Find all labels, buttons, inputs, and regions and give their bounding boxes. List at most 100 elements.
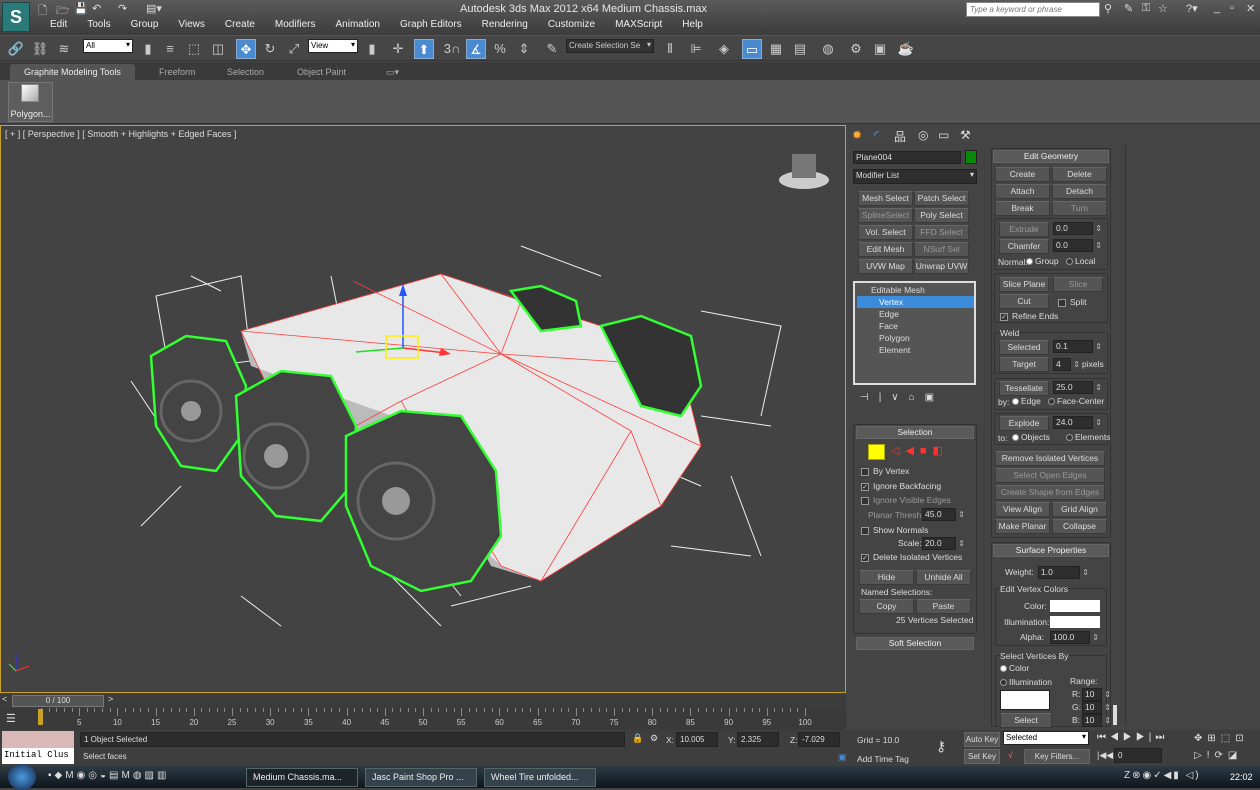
weld-target-button[interactable]: Target — [999, 357, 1049, 372]
selection-filter-dropdown[interactable]: All — [83, 39, 133, 53]
bind-space-warp-icon[interactable]: ≋ — [54, 39, 74, 59]
keyboard-shortcut-override-icon[interactable]: ⬆ — [414, 39, 434, 59]
modifier-button-nsurf-sel[interactable]: NSurf Sel — [914, 242, 969, 257]
reference-coordinate-dropdown[interactable]: View — [308, 39, 358, 53]
ignore-visible-edges-checkbox[interactable] — [861, 496, 869, 505]
object-color-swatch[interactable] — [965, 150, 977, 164]
modifier-button-ffd-select[interactable]: FFD Select — [914, 225, 969, 240]
set-key-button[interactable]: Set Key — [964, 749, 1000, 764]
weight-input[interactable]: 1.0 — [1038, 566, 1089, 579]
menu-rendering[interactable]: Rendering — [472, 19, 538, 30]
taskbar-task[interactable]: Medium Chassis.ma... — [246, 768, 358, 787]
maxscript-mini-listener[interactable] — [2, 731, 74, 748]
modify-tab-icon[interactable]: ◜ — [874, 128, 879, 142]
refine-ends-checkbox[interactable]: ✓ — [1000, 312, 1008, 321]
binoculars-icon[interactable]: ⚲ — [1104, 2, 1112, 15]
alpha-input[interactable]: 100.0 — [1050, 631, 1099, 644]
rotate-icon[interactable]: ↻ — [260, 39, 280, 59]
curve-editor-icon[interactable]: ▦ — [766, 39, 786, 59]
percent-snap-icon[interactable]: % — [490, 39, 510, 59]
by-vertex[interactable]: By Vertex — [861, 466, 909, 476]
viewport-navigation-controls-2[interactable]: ▷!⟳◪ — [1194, 750, 1242, 761]
normal-group[interactable]: Group — [1024, 256, 1059, 266]
track-bar[interactable]: ☰ 5 10 15 20 25 30 35 40 45 50 55 60 65 70 75 80 85 90 95 1… — [0, 708, 846, 730]
menu-animation[interactable]: Animation — [325, 19, 389, 30]
modifier-list-dropdown[interactable]: Modifier List — [853, 169, 977, 184]
unlink-icon[interactable]: ⛓ — [30, 39, 50, 59]
explode-button[interactable]: Explode — [999, 416, 1049, 431]
view-align-button[interactable]: View Align — [995, 502, 1050, 517]
select-open-edges-button[interactable]: Select Open Edges — [995, 468, 1105, 483]
selection-rollout-header[interactable]: Selection — [856, 426, 974, 439]
remove-isolated-vertices-button[interactable]: Remove Isolated Vertices — [995, 451, 1105, 466]
stack-item-face[interactable]: Face — [857, 320, 974, 332]
normal-group-radio[interactable] — [1026, 258, 1033, 266]
key-mode-dropdown[interactable]: Selected — [1003, 731, 1089, 745]
menu-views[interactable]: Views — [168, 19, 215, 30]
link-icon[interactable]: 🔗 — [6, 39, 26, 59]
graphite-toggle-icon[interactable]: ▭ — [742, 39, 762, 59]
menu-create[interactable]: Create — [215, 19, 265, 30]
vertex-level-icon[interactable] — [868, 444, 885, 460]
range-g-input[interactable]: 10 — [1082, 701, 1111, 714]
quick-launch-icons[interactable]: ▪◆M◉◎◒▤M◍▨▥ — [48, 770, 169, 781]
search-input[interactable]: Type a keyword or phrase — [966, 2, 1100, 17]
add-time-tag[interactable]: Add Time Tag — [857, 754, 909, 764]
render-setup-icon[interactable]: ⚙ — [846, 39, 866, 59]
menu-tools[interactable]: Tools — [77, 19, 120, 30]
layer-manager-icon[interactable]: ◈ — [714, 39, 734, 59]
maximize-icon[interactable]: ▫ — [1230, 2, 1234, 14]
edit-named-selection-icon[interactable]: ✎ — [542, 39, 562, 59]
explode-input[interactable]: 24.0 — [1053, 416, 1102, 429]
range-r-input[interactable]: 10 — [1082, 688, 1111, 701]
object-name-input[interactable]: Plane004 — [853, 151, 970, 164]
explode-objects[interactable]: Objects — [1010, 432, 1050, 442]
tessellate-button[interactable]: Tessellate — [999, 381, 1049, 396]
snaps-toggle-icon[interactable]: 3∩ — [442, 39, 462, 59]
menu-graph-editors[interactable]: Graph Editors — [390, 19, 472, 30]
ignore-backfacing-checkbox[interactable]: ✓ — [861, 482, 869, 491]
unhide-all-button[interactable]: Unhide All — [916, 570, 971, 585]
delete-isolated-vertices-checkbox[interactable]: ✓ — [861, 553, 869, 562]
show-normals[interactable]: Show Normals — [861, 525, 928, 535]
maxscript-listener-input[interactable]: Initial Clus — [2, 748, 74, 764]
modifier-button-splineselect[interactable]: SplineSelect — [858, 208, 913, 223]
surface-properties-header[interactable]: Surface Properties — [993, 544, 1109, 557]
prev-frame-icon[interactable]: < — [2, 694, 7, 704]
modifier-button-uvw-map[interactable]: UVW Map — [858, 259, 913, 274]
soft-selection-rollout[interactable]: Soft Selection — [856, 637, 974, 650]
key-mode-toggle-icon[interactable]: |◀◀ — [1097, 750, 1113, 761]
stack-item-vertex[interactable]: Vertex — [857, 296, 974, 308]
project-folder-icon[interactable]: ▤▾ — [146, 2, 162, 15]
next-frame-icon[interactable]: > — [108, 694, 113, 704]
undo-icon[interactable]: ↶ — [92, 2, 101, 15]
current-frame-input[interactable]: 0 — [1114, 748, 1162, 763]
menu-maxscript[interactable]: MAXScript — [605, 19, 672, 30]
detach-button[interactable]: Detach — [1052, 184, 1107, 199]
split[interactable]: Split — [1058, 297, 1087, 307]
select-object-icon[interactable]: ▮ — [138, 39, 158, 59]
tess-face-center-radio[interactable] — [1048, 398, 1055, 406]
explode-elements[interactable]: Elements — [1064, 432, 1110, 442]
stack-tools-icons[interactable]: ⊣|∨⌂▣ — [860, 392, 944, 403]
auto-key-button[interactable]: Auto Key — [964, 732, 1000, 747]
ribbon-tab-freeform[interactable]: Freeform — [145, 64, 210, 80]
normal-local[interactable]: Local — [1064, 256, 1095, 266]
save-icon[interactable]: 💾 — [74, 2, 88, 15]
taskbar-task[interactable]: Jasc Paint Shop Pro ... — [365, 768, 477, 787]
align-icon[interactable]: ⊫ — [686, 39, 706, 59]
window-crossing-icon[interactable]: ◫ — [208, 39, 228, 59]
create-button[interactable]: Create — [995, 167, 1050, 182]
chamfer-input[interactable]: 0.0 — [1053, 239, 1102, 252]
delete-isolated-vertices[interactable]: ✓ Delete Isolated Vertices — [861, 552, 962, 562]
normal-local-radio[interactable] — [1066, 258, 1073, 266]
absolute-mode-icon[interactable]: ⚙ — [650, 733, 658, 744]
help-icon[interactable]: ?▾ — [1186, 2, 1198, 15]
system-tray-icons[interactable]: Z⊗◉✓◀▮ ◁) — [1124, 770, 1201, 781]
sub-object-level-icons[interactable]: ◁◀■◧ — [891, 444, 949, 457]
rectangular-selection-icon[interactable]: ⬚ — [184, 39, 204, 59]
key-filters-button[interactable]: Key Filters... — [1024, 749, 1090, 764]
modifier-button-patch-select[interactable]: Patch Select — [914, 191, 969, 206]
select-by-illumination[interactable]: Illumination — [998, 677, 1052, 687]
by-vertex-checkbox[interactable] — [861, 467, 869, 476]
